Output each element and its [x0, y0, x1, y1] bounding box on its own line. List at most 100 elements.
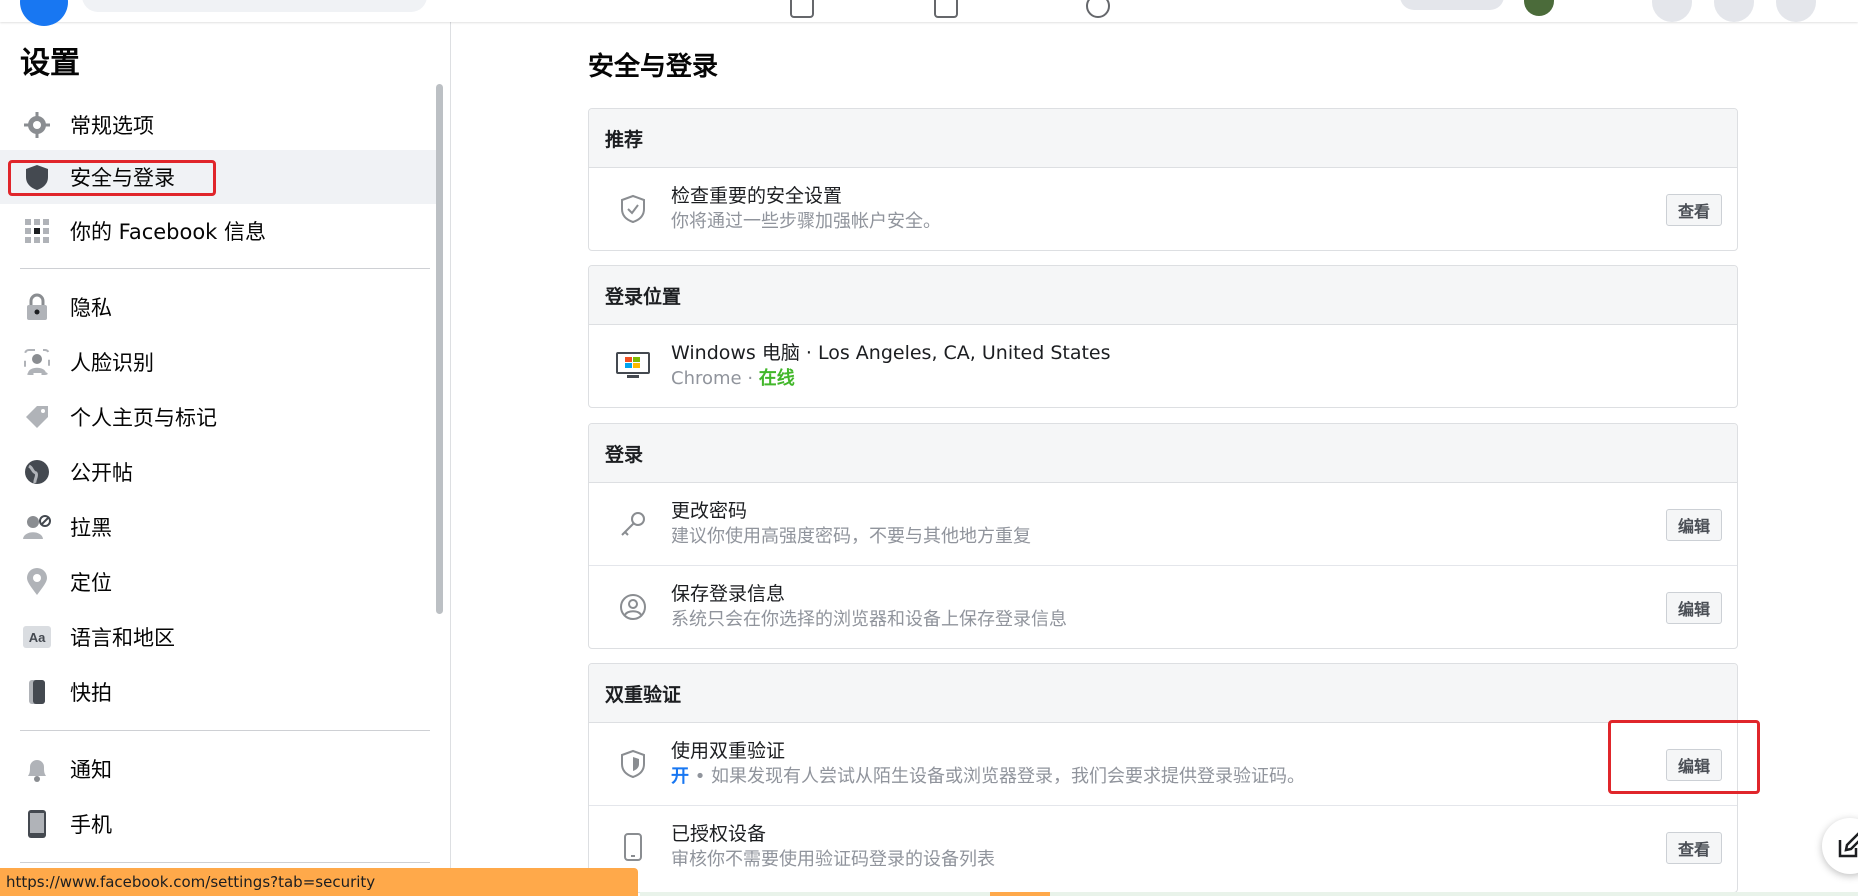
view-button[interactable]: 查看: [1665, 832, 1722, 864]
section-header: 登录: [589, 424, 1737, 483]
login-section: 登录 更改密码 建议你使用高强度密码，不要与其他地方重复 编辑 保存登录信息 系…: [588, 423, 1738, 649]
sidebar-item-blocking[interactable]: 拉黑: [0, 500, 438, 554]
face-icon: [22, 347, 52, 377]
edit-button[interactable]: 编辑: [1665, 592, 1722, 624]
row-title: 更改密码: [671, 500, 748, 522]
row-subtitle: 审核你不需要使用验证码登录的设备列表: [671, 849, 995, 870]
location-pin-icon: [22, 567, 52, 597]
key-icon: [615, 506, 651, 542]
phone-icon: [22, 809, 52, 839]
sidebar-item-label: 定位: [70, 571, 112, 595]
gear-icon: [22, 110, 52, 140]
list-item[interactable]: 已授权设备 审核你不需要使用验证码登录的设备列表 查看: [589, 806, 1737, 888]
browser-label: Chrome ·: [671, 368, 759, 389]
marketplace-nav-icon[interactable]: [934, 0, 958, 18]
row-title: 检查重要的安全设置: [671, 185, 843, 207]
sidebar-scrollbar[interactable]: [436, 84, 443, 614]
notifications-icon[interactable]: [1776, 0, 1816, 22]
settings-sidebar: 设置 常规选项 安全与登录 你的 Facebook 信息 隐私 人脸识别 个人主…: [0, 22, 451, 896]
highlight-box: [8, 160, 216, 196]
row-subtitle: 开 • 如果发现有人尝试从陌生设备或浏览器登录，我们会要求提供登录验证码。: [671, 764, 1737, 790]
menu-icon[interactable]: [1652, 0, 1692, 22]
row-title: Windows 电脑 · Los Angeles, CA, United Sta…: [671, 342, 1111, 364]
shield-icon: [615, 746, 651, 782]
sidebar-item-profile-tagging[interactable]: 个人主页与标记: [0, 390, 438, 444]
sidebar-item-label: 隐私: [70, 296, 112, 320]
language-icon: Aa: [22, 622, 52, 652]
list-item[interactable]: 使用双重验证 开 • 如果发现有人尝试从陌生设备或浏览器登录，我们会要求提供登录…: [589, 723, 1737, 806]
svg-text:Aa: Aa: [29, 630, 46, 645]
tag-icon: [22, 402, 52, 432]
sidebar-item-public-posts[interactable]: 公开帖: [0, 445, 438, 499]
block-user-icon: [22, 512, 52, 542]
story-icon: [22, 677, 52, 707]
link-preview-statusbar: https://www.facebook.com/settings?tab=se…: [0, 868, 638, 896]
page-title: 安全与登录: [588, 52, 719, 82]
two-factor-description: • 如果发现有人尝试从陌生设备或浏览器登录，我们会要求提供登录验证码。: [689, 766, 1306, 787]
sidebar-item-language-region[interactable]: Aa 语言和地区: [0, 610, 438, 664]
edit-button[interactable]: 编辑: [1665, 509, 1722, 541]
row-title: 保存登录信息: [671, 583, 786, 605]
sidebar-item-notifications[interactable]: 通知: [0, 742, 438, 796]
sidebar-item-label: 人脸识别: [70, 351, 154, 375]
bottom-strip: [640, 892, 1858, 896]
windows-computer-icon: [615, 348, 651, 384]
messenger-icon[interactable]: [1714, 0, 1754, 22]
recommended-section: 推荐 检查重要的安全设置 你将通过一些步骤加强帐户安全。 查看: [588, 108, 1738, 251]
sidebar-item-label: 公开帖: [70, 461, 133, 485]
mobile-device-icon: [615, 829, 651, 865]
highlight-box: [1608, 720, 1760, 794]
login-location-section: 登录位置 Windows 电脑 · Los Angeles, CA, Unite…: [588, 265, 1738, 408]
two-factor-section: 双重验证 使用双重验证 开 • 如果发现有人尝试从陌生设备或浏览器登录，我们会要…: [588, 663, 1738, 893]
list-item[interactable]: 检查重要的安全设置 你将通过一些步骤加强帐户安全。 查看: [589, 168, 1737, 250]
list-item[interactable]: Windows 电脑 · Los Angeles, CA, United Sta…: [589, 325, 1737, 407]
groups-nav-icon[interactable]: [1086, 0, 1110, 18]
sidebar-item-label: 你的 Facebook 信息: [70, 220, 267, 244]
sidebar-item-label: 个人主页与标记: [70, 406, 217, 430]
sidebar-divider: [20, 730, 430, 731]
sidebar-item-label: 语言和地区: [70, 626, 175, 650]
sidebar-item-location[interactable]: 定位: [0, 555, 438, 609]
online-status: 在线: [758, 368, 795, 389]
globe-icon: [22, 457, 52, 487]
sidebar-item-label: 拉黑: [70, 516, 112, 540]
sidebar-divider: [20, 862, 430, 863]
bottom-strip-accent: [990, 892, 1050, 896]
sidebar-item-label: 常规选项: [70, 114, 154, 138]
grid-icon: [22, 216, 52, 246]
sidebar-item-label: 手机: [70, 813, 112, 837]
new-message-button[interactable]: [1822, 818, 1858, 874]
sidebar-item-privacy[interactable]: 隐私: [0, 280, 438, 334]
section-header: 登录位置: [589, 266, 1737, 325]
sidebar-item-label: 通知: [70, 758, 112, 782]
section-header: 双重验证: [589, 664, 1737, 723]
bell-icon: [22, 754, 52, 784]
row-subtitle: Chrome · 在线: [671, 366, 1737, 392]
top-navigation-bar: [0, 0, 1858, 26]
row-subtitle: 系统只会在你选择的浏览器和设备上保存登录信息: [671, 609, 1067, 630]
sidebar-item-label: 快拍: [70, 681, 112, 705]
list-item[interactable]: 更改密码 建议你使用高强度密码，不要与其他地方重复 编辑: [589, 483, 1737, 566]
shield-check-icon: [615, 191, 651, 227]
sidebar-item-your-facebook-info[interactable]: 你的 Facebook 信息: [0, 204, 438, 258]
row-subtitle: 建议你使用高强度密码，不要与其他地方重复: [671, 526, 1031, 547]
lock-icon: [22, 292, 52, 322]
view-button[interactable]: 查看: [1665, 194, 1722, 226]
sidebar-item-general[interactable]: 常规选项: [0, 98, 438, 152]
search-input[interactable]: [82, 0, 427, 12]
avatar[interactable]: [1524, 0, 1554, 16]
user-circle-icon: [615, 589, 651, 625]
sidebar-item-stories[interactable]: 快拍: [0, 665, 438, 719]
row-title: 使用双重验证: [671, 740, 786, 762]
on-status: 开: [671, 766, 689, 787]
pages-nav-icon[interactable]: [790, 0, 814, 18]
sidebar-item-face-recognition[interactable]: 人脸识别: [0, 335, 438, 389]
profile-pill[interactable]: [1400, 0, 1504, 10]
list-item[interactable]: 保存登录信息 系统只会在你选择的浏览器和设备上保存登录信息 编辑: [589, 566, 1737, 648]
sidebar-item-mobile[interactable]: 手机: [0, 797, 438, 851]
sidebar-title: 设置: [20, 46, 80, 81]
row-subtitle: 你将通过一些步骤加强帐户安全。: [671, 211, 941, 232]
sidebar-divider: [20, 268, 430, 269]
section-header: 推荐: [589, 109, 1737, 168]
row-title: 已授权设备: [671, 823, 767, 845]
